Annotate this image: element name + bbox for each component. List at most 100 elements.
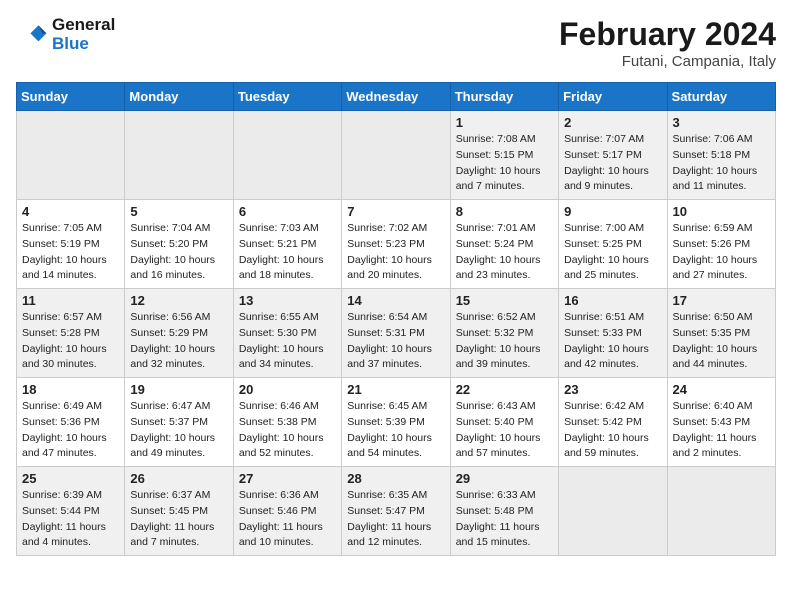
logo-icon	[16, 19, 48, 51]
day-number: 8	[456, 204, 553, 219]
day-detail: Sunrise: 6:57 AM Sunset: 5:28 PM Dayligh…	[22, 310, 119, 373]
calendar-cell: 24 Sunrise: 6:40 AM Sunset: 5:43 PM Dayli…	[667, 378, 775, 467]
day-number: 2	[564, 115, 661, 130]
day-number: 7	[347, 204, 444, 219]
day-detail: Sunrise: 6:55 AM Sunset: 5:30 PM Dayligh…	[239, 310, 336, 373]
day-number: 22	[456, 382, 553, 397]
calendar-cell: 5 Sunrise: 7:04 AM Sunset: 5:20 PM Daylig…	[125, 200, 233, 289]
day-number: 1	[456, 115, 553, 130]
day-number: 26	[130, 471, 227, 486]
calendar-cell: 2 Sunrise: 7:07 AM Sunset: 5:17 PM Daylig…	[559, 111, 667, 200]
day-header-friday: Friday	[559, 83, 667, 111]
calendar-cell: 29 Sunrise: 6:33 AM Sunset: 5:48 PM Dayli…	[450, 467, 558, 556]
calendar-cell	[342, 111, 450, 200]
day-number: 19	[130, 382, 227, 397]
calendar-cell: 6 Sunrise: 7:03 AM Sunset: 5:21 PM Daylig…	[233, 200, 341, 289]
calendar-cell: 27Sunrise: 6:36 AM Sunset: 5:46 PM Dayli…	[233, 467, 341, 556]
day-number: 12	[130, 293, 227, 308]
day-header-sunday: Sunday	[17, 83, 125, 111]
day-detail: Sunrise: 6:49 AM Sunset: 5:36 PM Dayligh…	[22, 399, 119, 462]
calendar-cell: 7 Sunrise: 7:02 AM Sunset: 5:23 PM Daylig…	[342, 200, 450, 289]
day-detail: Sunrise: 7:01 AM Sunset: 5:24 PM Dayligh…	[456, 221, 553, 284]
day-detail: Sunrise: 6:40 AM Sunset: 5:43 PM Dayligh…	[673, 399, 770, 462]
day-detail: Sunrise: 6:33 AM Sunset: 5:48 PM Dayligh…	[456, 488, 553, 551]
day-detail: Sunrise: 6:42 AM Sunset: 5:42 PM Dayligh…	[564, 399, 661, 462]
day-number: 17	[673, 293, 770, 308]
calendar-header-row: SundayMondayTuesdayWednesdayThursdayFrid…	[17, 83, 776, 111]
day-number: 15	[456, 293, 553, 308]
day-detail: Sunrise: 6:51 AM Sunset: 5:33 PM Dayligh…	[564, 310, 661, 373]
day-number: 4	[22, 204, 119, 219]
calendar-cell: 17 Sunrise: 6:50 AM Sunset: 5:35 PM Dayli…	[667, 289, 775, 378]
day-number: 11	[22, 293, 119, 308]
day-detail: Sunrise: 6:45 AM Sunset: 5:39 PM Dayligh…	[347, 399, 444, 462]
day-header-tuesday: Tuesday	[233, 83, 341, 111]
day-header-monday: Monday	[125, 83, 233, 111]
calendar-cell: 9Sunrise: 7:00 AM Sunset: 5:25 PM Daylig…	[559, 200, 667, 289]
day-number: 25	[22, 471, 119, 486]
day-detail: Sunrise: 7:07 AM Sunset: 5:17 PM Dayligh…	[564, 132, 661, 195]
day-number: 18	[22, 382, 119, 397]
day-detail: Sunrise: 6:37 AM Sunset: 5:45 PM Dayligh…	[130, 488, 227, 551]
day-detail: Sunrise: 6:47 AM Sunset: 5:37 PM Dayligh…	[130, 399, 227, 462]
calendar-cell: 16 Sunrise: 6:51 AM Sunset: 5:33 PM Dayli…	[559, 289, 667, 378]
day-detail: Sunrise: 6:59 AM Sunset: 5:26 PM Dayligh…	[673, 221, 770, 284]
calendar-cell: 1Sunrise: 7:08 AM Sunset: 5:15 PM Daylig…	[450, 111, 558, 200]
calendar-cell	[559, 467, 667, 556]
calendar-table: SundayMondayTuesdayWednesdayThursdayFrid…	[16, 82, 776, 556]
calendar-cell: 13 Sunrise: 6:55 AM Sunset: 5:30 PM Dayli…	[233, 289, 341, 378]
calendar-week-row: 18 Sunrise: 6:49 AM Sunset: 5:36 PM Dayli…	[17, 378, 776, 467]
day-number: 9	[564, 204, 661, 219]
calendar-cell: 8 Sunrise: 7:01 AM Sunset: 5:24 PM Daylig…	[450, 200, 558, 289]
day-number: 16	[564, 293, 661, 308]
calendar-week-row: 1Sunrise: 7:08 AM Sunset: 5:15 PM Daylig…	[17, 111, 776, 200]
day-number: 3	[673, 115, 770, 130]
calendar-cell: 14 Sunrise: 6:54 AM Sunset: 5:31 PM Dayli…	[342, 289, 450, 378]
day-detail: Sunrise: 6:43 AM Sunset: 5:40 PM Dayligh…	[456, 399, 553, 462]
day-detail: Sunrise: 6:50 AM Sunset: 5:35 PM Dayligh…	[673, 310, 770, 373]
calendar-cell: 22 Sunrise: 6:43 AM Sunset: 5:40 PM Dayli…	[450, 378, 558, 467]
day-number: 10	[673, 204, 770, 219]
day-detail: Sunrise: 7:06 AM Sunset: 5:18 PM Dayligh…	[673, 132, 770, 195]
logo: General Blue	[16, 16, 115, 53]
calendar-cell: 15 Sunrise: 6:52 AM Sunset: 5:32 PM Dayli…	[450, 289, 558, 378]
day-detail: Sunrise: 7:03 AM Sunset: 5:21 PM Dayligh…	[239, 221, 336, 284]
day-detail: Sunrise: 7:05 AM Sunset: 5:19 PM Dayligh…	[22, 221, 119, 284]
day-number: 29	[456, 471, 553, 486]
day-detail: Sunrise: 6:54 AM Sunset: 5:31 PM Dayligh…	[347, 310, 444, 373]
location: Futani, Campania, Italy	[559, 53, 776, 70]
day-header-saturday: Saturday	[667, 83, 775, 111]
calendar-cell	[125, 111, 233, 200]
day-detail: Sunrise: 6:46 AM Sunset: 5:38 PM Dayligh…	[239, 399, 336, 462]
calendar-cell: 26 Sunrise: 6:37 AM Sunset: 5:45 PM Dayli…	[125, 467, 233, 556]
calendar-cell: 25 Sunrise: 6:39 AM Sunset: 5:44 PM Dayli…	[17, 467, 125, 556]
day-detail: Sunrise: 7:04 AM Sunset: 5:20 PM Dayligh…	[130, 221, 227, 284]
calendar-cell: 28Sunrise: 6:35 AM Sunset: 5:47 PM Dayli…	[342, 467, 450, 556]
day-detail: Sunrise: 7:02 AM Sunset: 5:23 PM Dayligh…	[347, 221, 444, 284]
day-detail: Sunrise: 6:52 AM Sunset: 5:32 PM Dayligh…	[456, 310, 553, 373]
day-number: 13	[239, 293, 336, 308]
calendar-week-row: 11 Sunrise: 6:57 AM Sunset: 5:28 PM Dayli…	[17, 289, 776, 378]
day-header-thursday: Thursday	[450, 83, 558, 111]
day-number: 5	[130, 204, 227, 219]
calendar-cell: 10 Sunrise: 6:59 AM Sunset: 5:26 PM Dayli…	[667, 200, 775, 289]
day-number: 14	[347, 293, 444, 308]
calendar-cell	[17, 111, 125, 200]
day-number: 21	[347, 382, 444, 397]
day-number: 20	[239, 382, 336, 397]
day-number: 23	[564, 382, 661, 397]
calendar-week-row: 25 Sunrise: 6:39 AM Sunset: 5:44 PM Dayli…	[17, 467, 776, 556]
calendar-cell: 19 Sunrise: 6:47 AM Sunset: 5:37 PM Dayli…	[125, 378, 233, 467]
day-number: 24	[673, 382, 770, 397]
day-number: 6	[239, 204, 336, 219]
calendar-cell: 18 Sunrise: 6:49 AM Sunset: 5:36 PM Dayli…	[17, 378, 125, 467]
logo-text: General Blue	[52, 16, 115, 53]
day-detail: Sunrise: 6:39 AM Sunset: 5:44 PM Dayligh…	[22, 488, 119, 551]
month-title: February 2024	[559, 16, 776, 53]
calendar-cell: 11 Sunrise: 6:57 AM Sunset: 5:28 PM Dayli…	[17, 289, 125, 378]
title-block: February 2024 Futani, Campania, Italy	[559, 16, 776, 70]
calendar-cell: 20 Sunrise: 6:46 AM Sunset: 5:38 PM Dayli…	[233, 378, 341, 467]
calendar-week-row: 4 Sunrise: 7:05 AM Sunset: 5:19 PM Daylig…	[17, 200, 776, 289]
day-detail: Sunrise: 6:35 AM Sunset: 5:47 PM Dayligh…	[347, 488, 444, 551]
day-header-wednesday: Wednesday	[342, 83, 450, 111]
